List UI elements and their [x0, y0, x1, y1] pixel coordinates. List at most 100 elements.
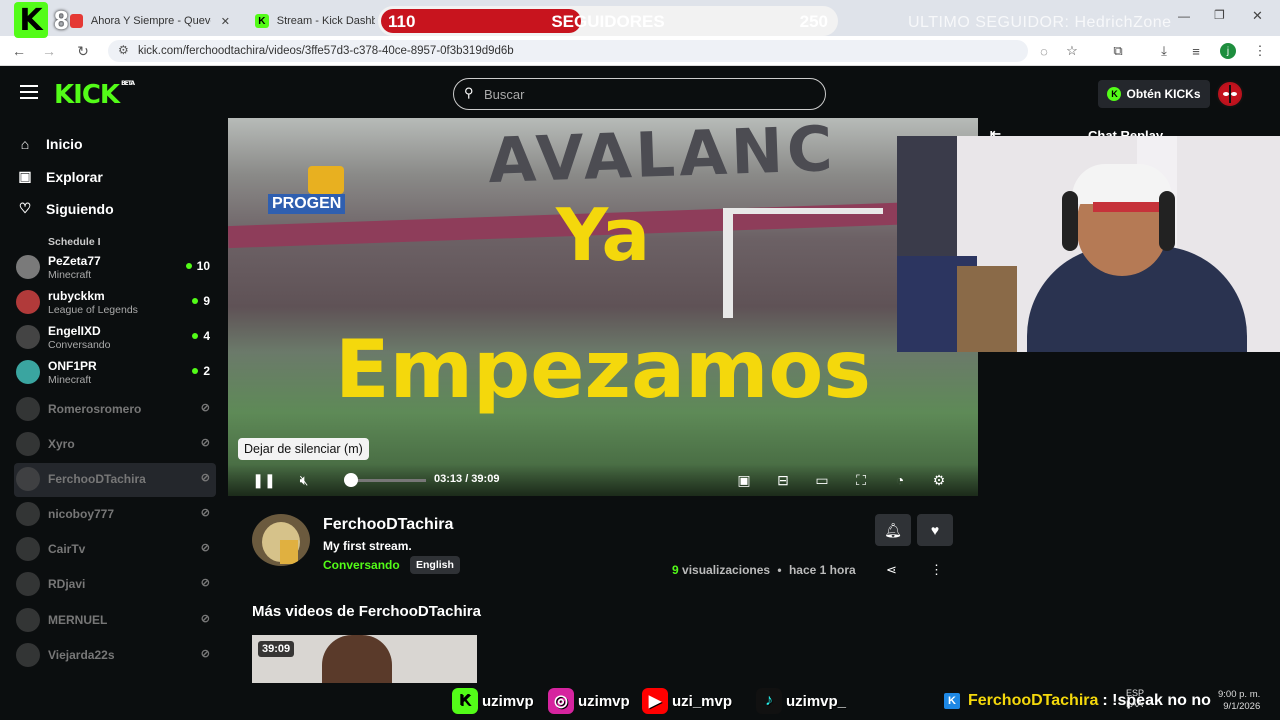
user-avatar[interactable]: [1216, 80, 1244, 108]
fullscreen-icon[interactable]: ⛶: [852, 471, 870, 489]
sidebar-channel[interactable]: Romerosromero ⊘: [14, 393, 216, 427]
clock-date: 9/1/2026: [1223, 701, 1261, 712]
video-player[interactable]: AVALANC PROGEN Ya Empezamos ❚❚ 🔇︎ 03:13 …: [228, 118, 978, 496]
sidebar-channel[interactable]: ONF1PR Minecraft 2: [14, 356, 216, 390]
channel-category-partial: Schedule I: [48, 236, 101, 248]
tab-title: Ahora Y Siempre - Quevedo, La: [90, 15, 211, 27]
nav-label: Explorar: [46, 168, 103, 185]
thumbnail-duration: 39:09: [258, 641, 295, 657]
live-dot-icon: [192, 298, 199, 304]
browser-address-bar: ← → ↻ ⚙ kick.com/ferchoodtachira/videos/…: [0, 36, 1280, 66]
sidebar-channel[interactable]: EngelIXD Conversando 4: [14, 321, 216, 355]
streamer-name[interactable]: FerchooDTachira: [323, 516, 453, 534]
url-field[interactable]: ⚙ kick.com/ferchoodtachira/videos/3ffe57…: [108, 40, 1028, 62]
channel-name: ONF1PR: [48, 359, 97, 373]
sidebar-channel[interactable]: PeZeta77 Minecraft 10: [14, 251, 216, 285]
nav-following[interactable]: ♡ Siguiendo: [16, 200, 114, 217]
overlay-title-line2: Empezamos: [334, 323, 871, 416]
kick-logo[interactable]: KICK BETA: [54, 80, 135, 110]
channel-avatar: [16, 467, 40, 491]
share-icon[interactable]: ⋖: [886, 562, 897, 578]
sidebar-channel[interactable]: nicoboy777 ⊘: [14, 498, 216, 532]
search-icon: ⚲: [464, 85, 474, 100]
media-control-icon[interactable]: ≡: [1188, 43, 1204, 59]
get-kicks-button[interactable]: K Obtén KICKs: [1098, 80, 1210, 108]
live-dot-icon: [192, 333, 199, 339]
channel-avatar: [16, 537, 40, 561]
seek-knob[interactable]: [344, 473, 358, 487]
heart-icon: ♡: [18, 200, 32, 216]
channel-name: rubyckkm: [48, 289, 105, 303]
close-window-icon[interactable]: ✕: [1252, 8, 1263, 24]
nav-home[interactable]: ⌂ Inicio: [16, 136, 83, 152]
person-cap: [1072, 164, 1172, 204]
follow-heart-button[interactable]: ♥: [917, 514, 953, 546]
miniplayer-icon[interactable]: ▣: [735, 471, 753, 489]
social-tiktok: ♪ uzimvp_: [756, 688, 846, 714]
system-clock[interactable]: 9:00 p. m. 9/1/2026: [1218, 689, 1260, 713]
muted-volume-icon[interactable]: 🔇︎: [295, 471, 313, 489]
download-icon[interactable]: ⤓: [1156, 43, 1172, 59]
viewer-number: 10: [196, 259, 210, 273]
sidebar-channel[interactable]: MERNUEL ⊘: [14, 604, 216, 638]
reload-icon[interactable]: ↻: [74, 42, 92, 60]
site-info-icon[interactable]: ⚙: [118, 43, 129, 57]
bookmark-star-icon[interactable]: ☆: [1064, 43, 1080, 59]
kicks-coin-icon: K: [1107, 87, 1122, 101]
explore-icon: ▣: [18, 168, 32, 184]
browser-tab[interactable]: K Stream - Kick Dashbo: [245, 6, 385, 36]
language-badge[interactable]: English: [410, 556, 460, 574]
back-icon[interactable]: ←: [10, 42, 28, 60]
video-thumbnail[interactable]: 39:09: [252, 635, 477, 683]
streamer-avatar[interactable]: [252, 514, 310, 566]
sidebar-channel[interactable]: rubyckkm League of Legends 9: [14, 286, 216, 320]
channel-avatar: [16, 608, 40, 632]
eye-off-icon[interactable]: ◌: [1036, 43, 1052, 59]
browser-tab[interactable]: Ahora Y Siempre - Quevedo, La ✕: [60, 6, 240, 36]
clock-time: 9:00 p. m.: [1218, 689, 1261, 700]
playback-speed-icon[interactable]: ◔: [891, 471, 909, 489]
forward-icon[interactable]: →: [40, 42, 58, 60]
more-options-icon[interactable]: ⋮: [930, 562, 943, 578]
stream-category[interactable]: Conversando: [323, 558, 400, 572]
sidebar-channel[interactable]: CairTv ⊘: [14, 533, 216, 567]
social-handle: uzimvp_: [786, 692, 847, 710]
clip-icon[interactable]: ⊟: [774, 471, 792, 489]
menu-dots-icon[interactable]: ⋮: [1252, 43, 1268, 59]
system-tray-language[interactable]: ESP LAA: [1126, 688, 1144, 710]
search-input[interactable]: ⚲ Buscar: [453, 78, 826, 110]
channel-avatar: [16, 397, 40, 421]
social-handle: uzimvp: [578, 692, 630, 710]
channel-name: Xyro: [48, 437, 75, 451]
sidebar-channel[interactable]: Xyro ⊘: [14, 428, 216, 462]
search-placeholder: Buscar: [484, 86, 525, 102]
channel-avatar: [16, 572, 40, 596]
hamburger-menu-icon[interactable]: [20, 85, 38, 99]
channel-name: nicoboy777: [48, 507, 115, 521]
nav-label: Inicio: [46, 136, 83, 152]
minimize-icon[interactable]: —: [1178, 9, 1190, 23]
beta-badge: BETA: [121, 80, 135, 87]
offline-icon: ⊘: [200, 542, 210, 554]
theater-mode-icon[interactable]: ▭: [813, 471, 831, 489]
profile-avatar[interactable]: j: [1220, 43, 1236, 59]
site-header: KICK BETA ⚲ Buscar K Obtén KICKs: [0, 70, 1280, 118]
nav-explore[interactable]: ▣ Explorar: [16, 168, 103, 185]
stream-title: My first stream.: [323, 539, 412, 553]
sidebar-channel[interactable]: Viejarda22s ⊘: [14, 639, 216, 673]
notifications-bell-button[interactable]: 🔔︎: [875, 514, 911, 546]
channel-name: RDjavi: [48, 577, 86, 591]
pause-icon[interactable]: ❚❚: [252, 471, 275, 489]
last-follower-overlay: ULTIMO SEGUIDOR: HedrichZone: [908, 14, 1172, 31]
maximize-icon[interactable]: ❐: [1214, 8, 1225, 22]
social-instagram: ◎ uzimvp: [548, 688, 630, 714]
sidebar-channel-selected[interactable]: FerchooDTachira ⊘: [14, 463, 216, 497]
channel-category: Conversando: [48, 339, 111, 351]
extensions-icon[interactable]: ⧉: [1110, 43, 1126, 59]
seek-bar[interactable]: [346, 479, 426, 482]
kick-chat-icon: K: [944, 693, 960, 709]
settings-gear-icon[interactable]: ⚙: [930, 471, 948, 489]
channel-avatar: [16, 432, 40, 456]
sidebar-channel[interactable]: RDjavi ⊘: [14, 568, 216, 602]
close-tab-icon[interactable]: ✕: [221, 15, 230, 28]
